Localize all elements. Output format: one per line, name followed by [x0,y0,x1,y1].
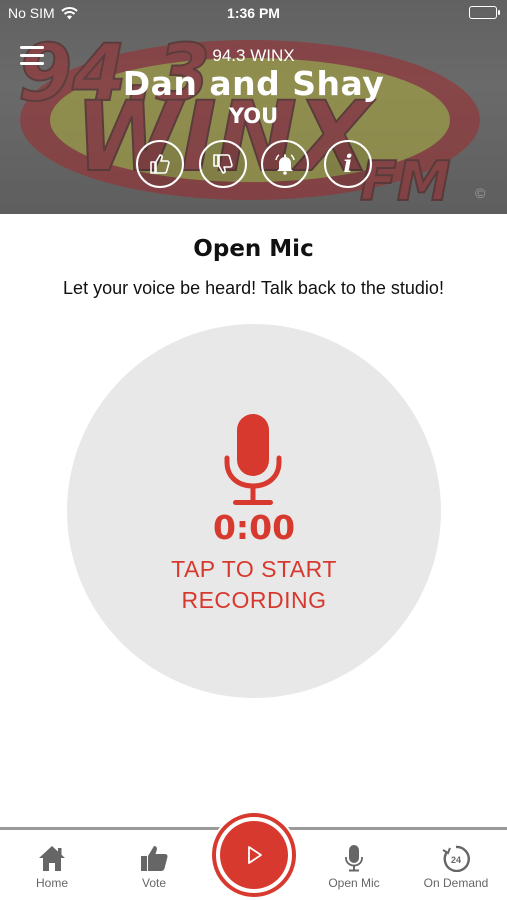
status-bar: No SIM 1:36 PM [0,0,507,26]
tab-home[interactable]: Home [12,844,92,890]
record-button[interactable]: 0:00 TAP TO START RECORDING [67,324,441,698]
tab-label: On Demand [423,876,489,890]
page-title: Open Mic [193,236,314,262]
track-artist: Dan and Shay [122,64,385,103]
tab-label: Open Mic [328,876,380,890]
thumbs-up-icon [141,846,168,871]
tab-label: Home [35,876,68,890]
thumbs-up-icon [150,154,170,174]
thumbs-down-icon [212,154,233,174]
tab-open-mic[interactable]: Open Mic [314,844,394,890]
microphone-icon [345,845,363,872]
play-button[interactable] [210,811,298,899]
battery-icon [469,6,500,19]
microphone-icon [224,414,282,505]
page-subtitle: Let your voice be heard! Talk back to th… [63,278,444,298]
status-time: 1:36 PM [227,5,280,21]
alert-button[interactable] [261,140,310,188]
play-button-core [220,821,288,889]
station-name: 94.3 WINX [212,46,295,65]
now-playing-header: 94.3 WINX FM © No SIM 1:36 PM 94.3 WINX … [0,0,507,214]
bell-icon [275,154,296,175]
track-actions: i [136,140,372,188]
tab-vote[interactable]: Vote [114,844,194,890]
info-icon: i [343,149,353,178]
info-button[interactable]: i [323,140,372,188]
tab-label: Vote [141,876,167,890]
like-button[interactable] [136,140,184,188]
play-button-ring [212,813,296,897]
home-icon [39,846,65,871]
play-icon [248,846,262,864]
track-title: YOU [228,104,279,128]
on-demand-24-icon: 24 [442,845,470,872]
tab-on-demand[interactable]: 24 On Demand [416,844,496,890]
recording-timer: 0:00 [212,508,296,547]
dislike-button[interactable] [198,140,247,188]
on-demand-badge: 24 [451,855,461,865]
recording-hint: TAP TO START RECORDING [171,556,337,613]
